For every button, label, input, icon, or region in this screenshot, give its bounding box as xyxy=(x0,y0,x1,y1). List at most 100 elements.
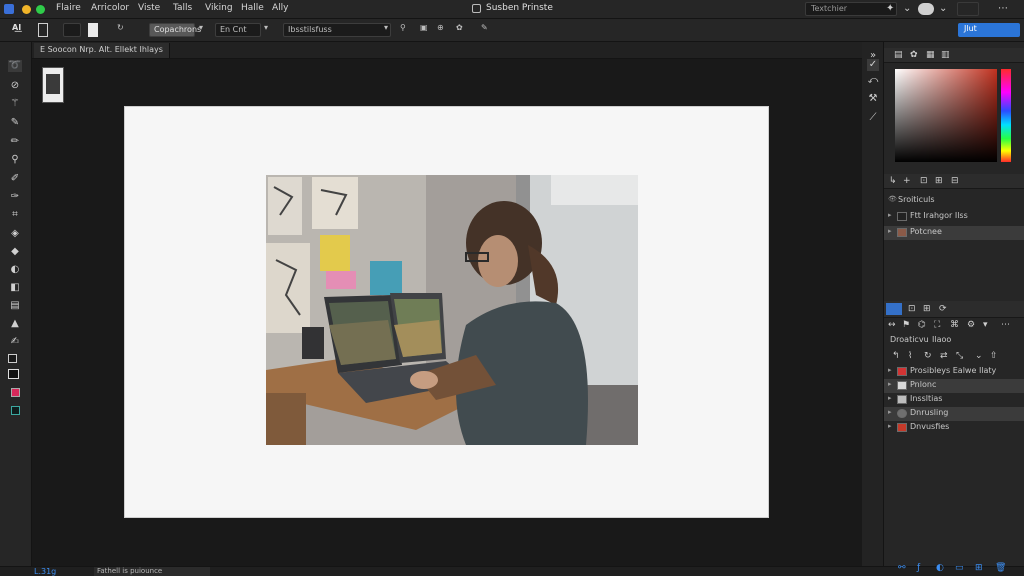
gradient-tab-icon[interactable]: ▦ xyxy=(926,50,935,60)
swatch-tab-icon[interactable]: ✿ xyxy=(910,50,918,60)
crop-icon[interactable]: ⌗ xyxy=(8,209,22,221)
group-icon[interactable]: ▭ xyxy=(955,563,964,573)
screen-mode-icon[interactable] xyxy=(11,406,20,415)
brushes-icon[interactable]: ⟋ xyxy=(867,112,879,124)
chevron-down-icon[interactable]: ▾ xyxy=(983,320,988,330)
skew-icon[interactable]: ⤡ xyxy=(956,351,963,361)
property-row[interactable]: ▸ Dnvusfies xyxy=(884,421,1024,435)
pin-icon[interactable]: ✦ xyxy=(886,3,894,14)
trash-icon[interactable]: 🗑 xyxy=(995,563,1006,573)
properties-tab-active[interactable] xyxy=(886,303,902,315)
expand-arrow-icon[interactable]: ▸ xyxy=(888,380,892,388)
eye-icon[interactable]: 👁 xyxy=(888,195,897,203)
up-icon[interactable]: ⇧ xyxy=(990,351,998,361)
canvas-area[interactable] xyxy=(32,59,862,566)
pen-icon[interactable]: ✎ xyxy=(481,23,488,37)
chevron-down-icon[interactable]: ▾ xyxy=(199,23,203,37)
dodge-icon[interactable]: ◐ xyxy=(8,264,22,276)
brush-icon[interactable]: ✎ xyxy=(8,117,22,129)
bucket-icon[interactable]: ◆ xyxy=(8,246,22,258)
chevron-down-icon[interactable]: ⌄ xyxy=(939,3,947,14)
foreground-color-swatch[interactable] xyxy=(8,354,17,363)
path-icon[interactable]: ⌇ xyxy=(908,351,912,361)
primary-action-button[interactable]: Jlut xyxy=(958,23,1020,37)
expand-arrow-icon[interactable]: ▸ xyxy=(888,422,892,430)
style-select[interactable]: Ibsstilsfuss xyxy=(283,23,391,37)
user-avatar-icon[interactable] xyxy=(918,3,934,15)
eraser-icon[interactable]: ◈ xyxy=(8,228,22,240)
pencil-icon[interactable]: ✏ xyxy=(8,136,22,148)
expand-arrow-icon[interactable]: ▸ xyxy=(888,366,892,374)
tab-icon[interactable]: ⊞ xyxy=(923,304,931,314)
lasso-icon[interactable]: ➰ xyxy=(8,60,22,72)
expand-arrow-icon[interactable]: ▸ xyxy=(888,408,892,416)
chevron-down-icon[interactable]: ▾ xyxy=(384,23,388,37)
property-row[interactable]: ▸ Prosibleys Ealwe Ilaty xyxy=(884,365,1024,379)
rotate-icon[interactable]: ↻ xyxy=(117,23,124,37)
warp-icon[interactable]: ⌘ xyxy=(950,320,959,330)
shape-icon[interactable]: ▲ xyxy=(8,318,22,330)
pattern-tab-icon[interactable]: ▥ xyxy=(941,50,950,60)
link-icon[interactable]: ⊟ xyxy=(951,176,959,186)
color-tab-icon[interactable]: ▤ xyxy=(894,50,903,60)
menu-item-view[interactable]: Viste xyxy=(138,3,160,13)
minimize-window-button[interactable] xyxy=(22,5,31,14)
distribute-icon[interactable]: ⚑ xyxy=(902,320,910,330)
color-panel-icon[interactable]: ✓ xyxy=(867,59,879,71)
background-color-swatch[interactable] xyxy=(8,369,19,379)
smudge-icon[interactable]: ◧ xyxy=(8,282,22,294)
person-icon[interactable]: ⚲ xyxy=(400,23,406,37)
settings-icon[interactable]: ✿ xyxy=(456,23,463,37)
settings-icon[interactable]: ⚙ xyxy=(967,320,975,330)
mask-icon[interactable]: ⊡ xyxy=(920,176,928,186)
hand-icon[interactable]: ✍ xyxy=(8,336,22,348)
color-picker-field[interactable] xyxy=(895,69,997,162)
fx-icon[interactable]: ƒ xyxy=(917,563,920,573)
window-mode-button[interactable] xyxy=(957,2,979,16)
mirror-icon[interactable]: ⇄ xyxy=(940,351,948,361)
rotate-icon[interactable]: ↻ xyxy=(924,351,932,361)
tab-icon[interactable]: ⟳ xyxy=(939,304,947,314)
swatches-icon[interactable]: ⤺ xyxy=(867,75,879,87)
menu-item-file[interactable]: Flaire xyxy=(56,3,81,13)
magic-wand-icon[interactable]: ⚚ xyxy=(8,98,22,110)
maximize-window-button[interactable] xyxy=(36,5,45,14)
expand-arrow-icon[interactable]: ▸ xyxy=(888,394,892,402)
menu-item-extra[interactable]: Ally xyxy=(272,3,288,13)
group-icon[interactable]: ⊞ xyxy=(935,176,943,186)
chevron-down-icon[interactable]: ▾ xyxy=(264,23,268,37)
more-icon[interactable]: ⋯ xyxy=(998,3,1008,14)
size-field[interactable]: En Cnt xyxy=(215,23,261,37)
mask-icon[interactable]: ◐ xyxy=(936,563,944,573)
mode-select[interactable]: Copachrons xyxy=(149,23,201,37)
tab-icon[interactable]: ⊡ xyxy=(908,304,916,314)
expand-arrow-icon[interactable]: ▸ xyxy=(888,227,892,235)
paint-icon[interactable]: ⊘ xyxy=(8,80,22,92)
menu-item-help[interactable]: Halle xyxy=(241,3,264,13)
add-layer-icon[interactable]: ⊞ xyxy=(975,563,983,573)
adjustments-icon[interactable]: ⚒ xyxy=(867,93,879,105)
frame-icon[interactable] xyxy=(38,23,48,37)
add-icon[interactable]: + xyxy=(903,176,911,186)
menu-item-tools[interactable]: Talls xyxy=(173,3,192,13)
hue-slider[interactable] xyxy=(1001,69,1011,162)
quick-mask-icon[interactable] xyxy=(11,388,20,397)
artboard[interactable] xyxy=(124,106,769,518)
document-tab[interactable]: E Soocon Nrp. Alt. Ellekt Ihlays xyxy=(34,43,170,58)
more-icon[interactable]: ⋯ xyxy=(1001,320,1010,330)
property-row[interactable]: ▸ Dnrusling xyxy=(884,407,1024,421)
transform-icon[interactable]: ⊕ xyxy=(437,23,444,37)
navigator-thumbnail[interactable] xyxy=(42,67,64,103)
anchor-icon[interactable]: ↰ xyxy=(892,351,900,361)
new-layer-icon[interactable]: ↳ xyxy=(889,176,897,186)
font-size-icon[interactable]: A͟I xyxy=(12,23,21,37)
clone-icon[interactable]: ✐ xyxy=(8,173,22,185)
expand-arrow-icon[interactable]: ▸ xyxy=(888,211,892,219)
foreground-swatch[interactable] xyxy=(63,23,81,37)
chevron-down-icon[interactable]: ⌄ xyxy=(903,3,911,14)
eyedropper-icon[interactable]: ⚲ xyxy=(8,154,22,166)
menu-item-edit[interactable]: Arricolor xyxy=(91,3,129,13)
transform-icon[interactable]: ⌬ xyxy=(918,320,926,330)
property-row[interactable]: ▸ Pnlonc xyxy=(884,379,1024,393)
healing-icon[interactable]: ✑ xyxy=(8,191,22,203)
